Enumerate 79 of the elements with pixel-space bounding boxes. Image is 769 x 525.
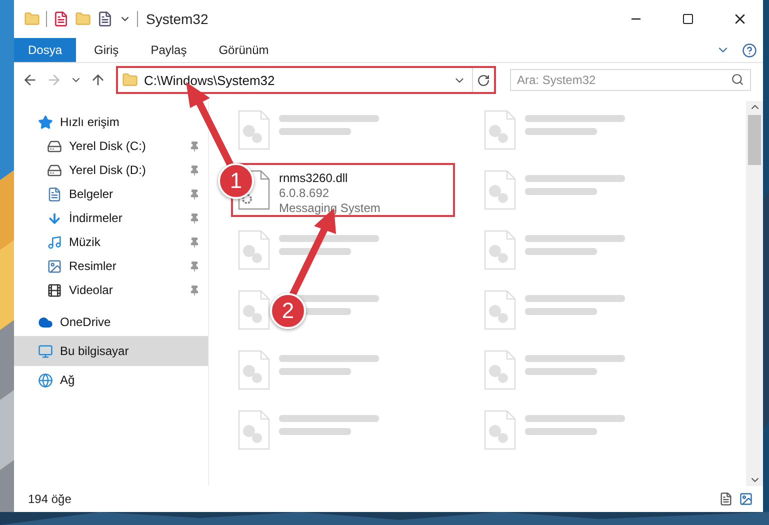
sidebar-label: Belgeler xyxy=(69,187,114,201)
music-note-icon xyxy=(47,234,62,250)
ribbon-tab[interactable]: Dosya xyxy=(14,38,76,62)
sidebar-label: İndirmeler xyxy=(69,211,124,225)
file-key-icon xyxy=(483,169,517,211)
back-icon xyxy=(22,72,38,88)
ribbon-tab[interactable]: Giriş xyxy=(80,38,133,62)
film-icon xyxy=(47,282,62,298)
sidebar-item[interactable]: Yerel Disk (D:) xyxy=(14,158,208,182)
download-icon xyxy=(47,210,62,226)
scrollbar[interactable] xyxy=(746,101,763,486)
ribbon-tab[interactable]: Görünüm xyxy=(204,38,283,62)
document-icon[interactable] xyxy=(53,11,69,27)
blurred-text xyxy=(525,248,597,255)
blurred-text xyxy=(279,128,351,135)
properties-icon[interactable] xyxy=(97,11,113,27)
sidebar-label: Yerel Disk (C:) xyxy=(69,139,147,153)
address-path: C:\Windows\System32 xyxy=(144,72,276,88)
file-version: 6.0.8.692 xyxy=(279,186,330,201)
blurred-text xyxy=(525,128,597,135)
drive-icon xyxy=(47,138,62,154)
sidebar-label: Hızlı erişim xyxy=(60,115,120,129)
sidebar-label: Yerel Disk (D:) xyxy=(69,163,147,177)
sidebar-item[interactable]: Videolar xyxy=(14,278,208,302)
blurred-text xyxy=(279,428,351,435)
sidebar-label: Resimler xyxy=(69,259,118,273)
monitor-icon xyxy=(38,344,53,358)
blurred-text xyxy=(525,428,597,435)
scroll-thumb[interactable] xyxy=(748,115,761,165)
blurred-text xyxy=(525,188,597,195)
sidebar-item[interactable]: İndirmeler xyxy=(14,206,208,230)
sidebar-item[interactable]: Müzik xyxy=(14,230,208,254)
image-icon xyxy=(47,258,62,274)
sidebar-item[interactable]: Belgeler xyxy=(14,182,208,206)
star-icon xyxy=(38,114,53,130)
file-type: Messaging System xyxy=(279,201,380,216)
file-key-icon xyxy=(483,409,517,451)
window-title: System32 xyxy=(146,11,208,27)
document-icon xyxy=(47,186,62,202)
file-key-icon xyxy=(237,409,271,451)
folder-icon xyxy=(122,72,138,88)
sidebar-item[interactable]: Yerel Disk (C:) xyxy=(14,134,208,158)
file-key-icon xyxy=(237,229,271,271)
ribbon-tab[interactable]: Paylaş xyxy=(136,38,201,62)
refresh-icon xyxy=(477,74,490,86)
file-key-icon xyxy=(237,289,271,331)
sidebar-label: Videolar xyxy=(69,283,114,297)
sidebar-item[interactable]: OneDrive xyxy=(14,310,208,334)
blurred-text xyxy=(279,248,351,255)
sidebar-item[interactable]: Bu bilgisayar xyxy=(14,336,208,366)
file-key-icon xyxy=(483,349,517,391)
search-field[interactable]: Ara: System32 xyxy=(510,69,751,91)
file-name: rnms3260.dll xyxy=(279,171,349,186)
blurred-text xyxy=(279,368,351,375)
blurred-text xyxy=(525,308,597,315)
file-key-icon xyxy=(237,349,271,391)
sidebar-item[interactable]: Hızlı erişim xyxy=(14,110,208,134)
item-count: 194 öğe xyxy=(28,492,72,506)
globe-icon xyxy=(38,372,53,388)
sidebar-item[interactable]: Resimler xyxy=(14,254,208,278)
sidebar-label: Bu bilgisayar xyxy=(60,344,130,358)
file-key-icon xyxy=(237,109,271,151)
address-field[interactable]: C:\Windows\System32 xyxy=(116,66,496,94)
details-view-icon[interactable] xyxy=(719,492,733,506)
help-icon[interactable] xyxy=(742,42,757,58)
sidebar-label: Müzik xyxy=(69,235,102,249)
forward-icon xyxy=(46,72,62,88)
cloud-icon xyxy=(38,314,53,330)
maximize-icon xyxy=(682,13,694,25)
drive-icon xyxy=(47,162,62,178)
file-key-icon xyxy=(483,289,517,331)
file-key-icon xyxy=(483,109,517,151)
tiles-view-icon[interactable] xyxy=(739,492,753,506)
blurred-text xyxy=(525,368,597,375)
sidebar-label: OneDrive xyxy=(60,315,112,329)
search-icon xyxy=(731,73,744,86)
sidebar-label: Ağ xyxy=(60,373,76,387)
file-key-icon xyxy=(483,229,517,271)
sidebar-item[interactable]: Ağ xyxy=(14,368,208,392)
